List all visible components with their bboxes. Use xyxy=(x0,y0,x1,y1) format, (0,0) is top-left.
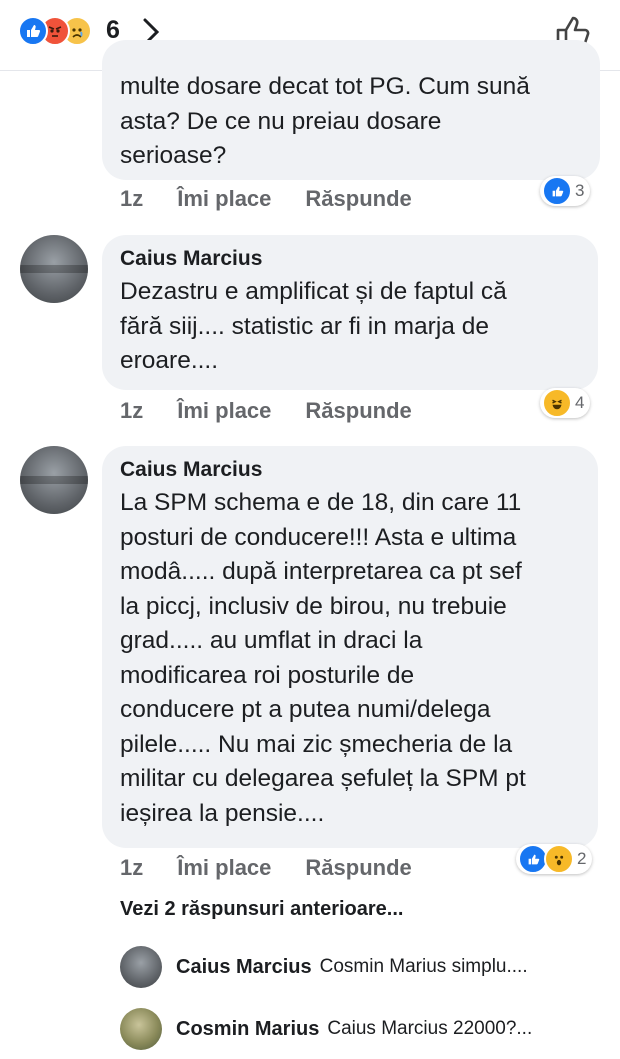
comment-actions: 1z Îmi place Răspunde xyxy=(120,186,412,212)
reply-button[interactable]: Răspunde xyxy=(305,855,411,881)
comment-author[interactable]: Caius Marcius xyxy=(120,247,580,271)
avatar[interactable] xyxy=(120,946,162,988)
reaction-count: 2 xyxy=(577,849,587,868)
comment-text: Dezastru e amplificat și de faptul că fă… xyxy=(120,278,507,374)
avatar[interactable] xyxy=(20,235,88,303)
comment-time[interactable]: 1z xyxy=(120,855,143,881)
reply-item[interactable]: Cosmin Marius Caius Marcius 22000?... xyxy=(120,1008,532,1050)
reply-author[interactable]: Caius Marcius xyxy=(176,956,312,979)
like-icon xyxy=(542,176,572,206)
comment-reactions[interactable]: 2 xyxy=(516,844,593,874)
reaction-count: 3 xyxy=(575,181,585,200)
like-icon xyxy=(18,16,48,46)
comment-author[interactable]: Caius Marcius xyxy=(120,458,580,482)
reply-item[interactable]: Caius Marcius Cosmin Marius simplu.... xyxy=(120,946,528,988)
comment-reactions[interactable]: 3 xyxy=(540,176,591,206)
reaction-summary[interactable] xyxy=(18,16,108,50)
reply-text: Cosmin Marius simplu.... xyxy=(319,956,528,977)
reply-button[interactable]: Răspunde xyxy=(305,186,411,212)
like-button[interactable]: Îmi place xyxy=(177,398,271,424)
comment-text: multe dosare decat tot PG. Cum sună asta… xyxy=(120,73,530,169)
comment-time[interactable]: 1z xyxy=(120,398,143,424)
like-button[interactable]: Îmi place xyxy=(177,186,271,212)
like-button[interactable]: Îmi place xyxy=(177,855,271,881)
reply-text: Caius Marcius 22000?... xyxy=(327,1018,533,1039)
reaction-count: 4 xyxy=(575,393,585,412)
comment-time[interactable]: 1z xyxy=(120,186,143,212)
haha-icon xyxy=(542,388,572,418)
comment-bubble: multe dosare decat tot PG. Cum sună asta… xyxy=(102,40,600,180)
reply-button[interactable]: Răspunde xyxy=(305,398,411,424)
comment-bubble: Caius Marcius Dezastru e amplificat și d… xyxy=(102,235,598,390)
wow-icon xyxy=(544,844,574,874)
comment-bubble: Caius Marcius La SPM schema e de 18, din… xyxy=(102,446,598,848)
comment-reactions[interactable]: 4 xyxy=(540,388,591,418)
comment-actions: 1z Îmi place Răspunde xyxy=(120,855,412,881)
reply-author[interactable]: Cosmin Marius xyxy=(176,1018,319,1041)
comment-text: La SPM schema e de 18, din care 11 postu… xyxy=(120,489,526,827)
avatar[interactable] xyxy=(120,1008,162,1050)
avatar[interactable] xyxy=(20,446,88,514)
view-previous-replies-link[interactable]: Vezi 2 răspunsuri anterioare... xyxy=(120,898,403,921)
comment-actions: 1z Îmi place Răspunde xyxy=(120,398,412,424)
